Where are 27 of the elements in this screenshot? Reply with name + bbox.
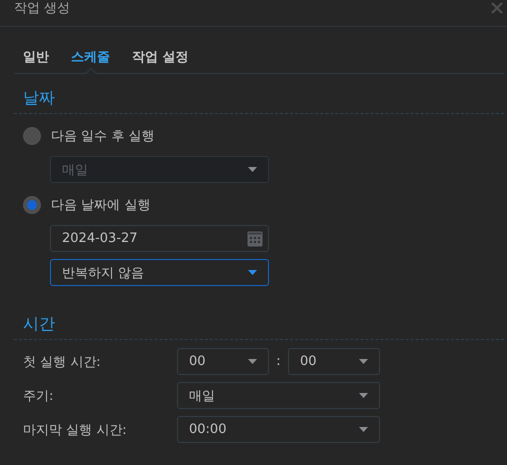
dropdown[interactable]: 00 (177, 348, 269, 375)
date-field[interactable]: 2024-03-27 (50, 225, 269, 252)
dropdown[interactable]: 반복하지 않음 (50, 259, 269, 286)
dropdown[interactable]: 00:00 (177, 416, 380, 443)
section-title: 시간 (14, 300, 504, 340)
tab[interactable]: 작업 설정 (123, 41, 198, 73)
dialog-title: 작업 생성 (14, 0, 70, 17)
close-icon[interactable] (491, 2, 503, 14)
caret-icon (359, 393, 368, 398)
radio-label: 다음 날짜에 실행 (51, 197, 150, 214)
radio-label: 다음 일수 후 실행 (51, 128, 154, 145)
caret-icon (248, 167, 257, 172)
radio-button[interactable] (23, 127, 41, 145)
section-title: 날짜 (14, 74, 504, 114)
caret-icon (248, 359, 257, 364)
time-separator: : (275, 354, 282, 369)
field-label: 마지막 실행 시간: (23, 422, 128, 438)
radio-button[interactable] (23, 196, 41, 214)
calendar-icon[interactable] (247, 230, 263, 246)
tab[interactable]: 일반 (14, 41, 58, 73)
field-label: 첫 실행 시간: (23, 354, 102, 370)
field-label: 주기: (23, 388, 54, 404)
caret-icon (359, 359, 368, 364)
caret-icon (248, 270, 257, 275)
dropdown[interactable]: 매일 (177, 382, 380, 409)
caret-icon (359, 427, 368, 432)
dropdown[interactable]: 00 (288, 348, 380, 375)
